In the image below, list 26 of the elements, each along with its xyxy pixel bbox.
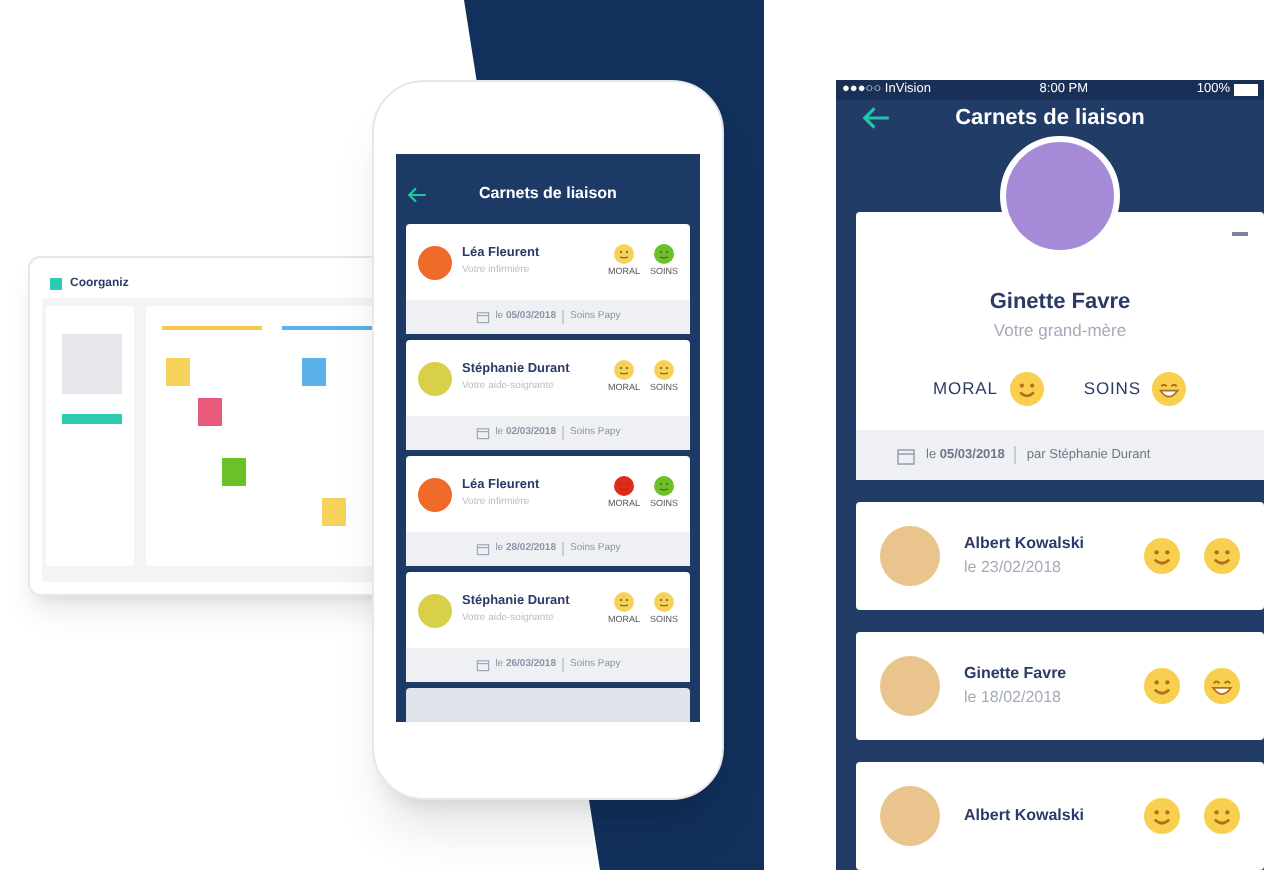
collapse-dash[interactable] [1232,231,1248,236]
calendar-icon [475,310,490,324]
entry-name: Albert Kowalski [964,532,1087,556]
screen-title: Carnets de liaison [477,182,619,206]
avatar-photo-placeholder [880,656,940,716]
battery-icon [1233,83,1258,96]
entry-date: le 23/02/2018 [964,556,1063,580]
calendar-icon [475,658,490,672]
mood-label: MORAL [933,376,998,402]
calendar-icon [475,426,490,440]
avatar-photo-placeholder [880,526,940,586]
avatar-photo-placeholder [880,786,940,846]
entry-name: Albert Kowalski [964,804,1087,828]
journal-entry[interactable]: Albert Kowalski le 23/02/2018 [856,502,1264,610]
care-label: SOINS [1083,376,1141,402]
profile-name: Ginette Favre [989,287,1131,318]
entry-date: le 18/02/2018 [964,686,1063,710]
back-arrow-icon[interactable] [860,101,892,134]
back-arrow-icon[interactable] [406,183,428,205]
calendar-icon [475,542,490,556]
journal-entry[interactable]: Albert Kowalski [856,762,1264,870]
journal-entry[interactable]: Ginette Favre le 18/02/2018 [856,632,1264,740]
calendar-icon [896,445,916,465]
entry-name: Ginette Favre [964,662,1069,686]
profile-relation: Votre grand-mère [993,318,1127,344]
screen-title: Carnets de liaison [953,103,1147,133]
